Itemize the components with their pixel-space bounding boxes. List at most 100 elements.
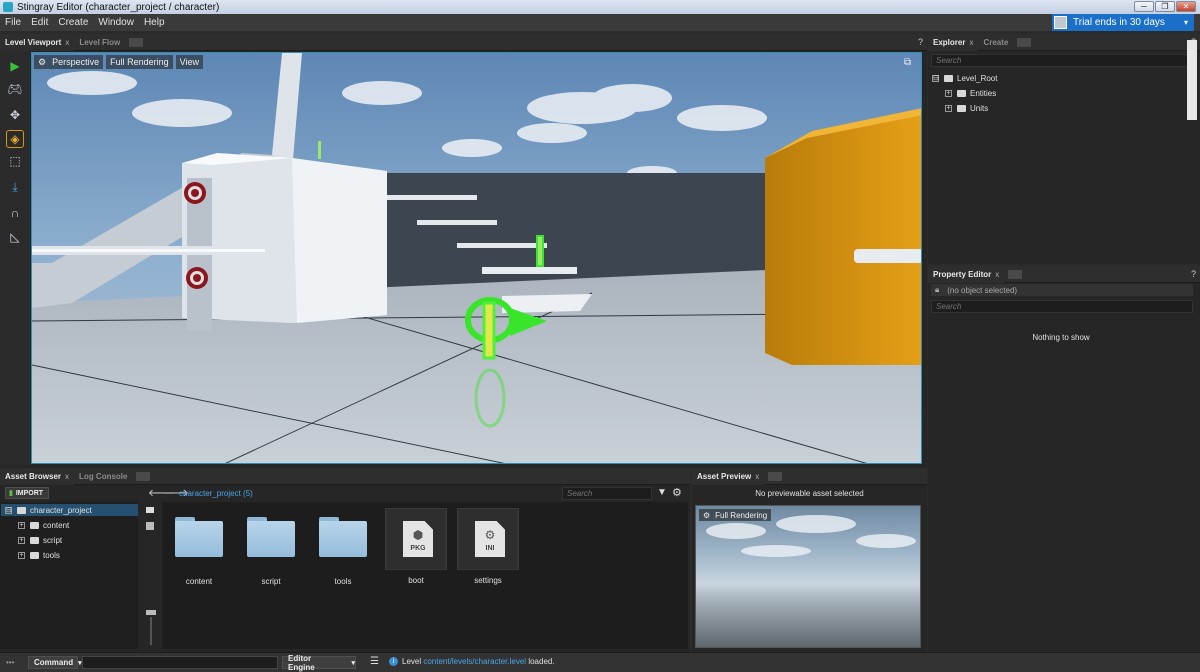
asset-item-settings[interactable]: ⚙ INI settings [457, 508, 519, 585]
magnet-grid-icon[interactable]: ∩ [6, 204, 24, 222]
add-tab-button[interactable] [768, 471, 783, 481]
level-path-link[interactable]: content/levels/character.level [423, 657, 526, 666]
gear-icon[interactable]: ⚙ [38, 57, 46, 68]
rendering-mode-button[interactable]: Full Rendering [106, 55, 173, 69]
menu-create[interactable]: Create [53, 17, 93, 28]
viewport-scene[interactable] [31, 52, 922, 464]
explorer-panel: Explorerx Create ? [928, 33, 1200, 264]
ruler-icon[interactable]: ◺ [6, 228, 24, 246]
gear-icon[interactable]: ⚙ [672, 486, 682, 499]
rotate-icon[interactable]: ◈ [6, 130, 24, 148]
minimize-button[interactable]: ─ [1134, 1, 1154, 12]
maximize-viewport-icon[interactable]: ⧉ [904, 57, 916, 69]
tree-item-character-project[interactable]: ⊟ character_project [1, 504, 138, 516]
lock-icon[interactable]: 🔒︎ [935, 285, 939, 295]
add-tab-button[interactable] [136, 471, 151, 481]
tab-log-console[interactable]: Log Console [74, 468, 132, 485]
close-tab-icon[interactable]: x [995, 270, 999, 279]
menu-file[interactable]: File [0, 17, 26, 28]
tree-item-tools[interactable]: + tools [18, 549, 60, 561]
tab-property-editor[interactable]: Property Editor x [928, 265, 1005, 283]
add-tab-button[interactable] [1008, 269, 1023, 279]
menu-help[interactable]: Help [139, 17, 170, 28]
view-menu-button[interactable]: View [175, 55, 203, 69]
gear-icon[interactable]: ⚙ [703, 511, 710, 520]
tab-explorer[interactable]: Explorer x [928, 33, 979, 51]
menu-window[interactable]: Window [93, 17, 139, 28]
ellipsis-icon[interactable]: ••• [6, 658, 14, 667]
expand-icon[interactable]: + [18, 551, 25, 559]
property-search-input[interactable] [931, 300, 1193, 313]
asset-item-tools[interactable]: tools [312, 508, 374, 586]
import-icon: ▮ [9, 490, 13, 497]
folder-icon [319, 517, 367, 557]
ini-file-icon: ⚙ INI [457, 508, 519, 570]
scale-icon[interactable]: ⬚ [6, 152, 24, 170]
maximize-button[interactable]: ❐ [1155, 1, 1175, 12]
asset-item-content[interactable]: content [168, 508, 230, 586]
tree-item-script[interactable]: + script [18, 534, 62, 546]
expand-icon[interactable]: + [18, 536, 25, 544]
move-icon[interactable]: ✥ [6, 106, 24, 124]
add-tab-button[interactable] [1017, 37, 1032, 47]
new-folder-icon[interactable] [146, 507, 154, 513]
viewport-options-bar: ⚙ Perspective Full Rendering View [34, 55, 203, 70]
trial-account-button[interactable]: Trial ends in 30 days ▾ [1052, 14, 1194, 31]
log-list-icon[interactable]: ☰ [370, 656, 379, 667]
folder-icon [944, 74, 953, 82]
asset-item-boot[interactable]: ⬢ PKG boot [385, 508, 447, 585]
preview-rendering-button[interactable]: ⚙ Full Rendering [699, 509, 772, 521]
new-asset-icon[interactable] [146, 522, 154, 530]
title-bar: Stingray Editor (character_project / cha… [0, 0, 1200, 14]
status-log-message: i Level content/levels/character.level l… [389, 657, 555, 666]
asset-side-toolbar [142, 502, 160, 649]
perspective-button[interactable]: ⚙ Perspective [34, 55, 104, 69]
expand-icon[interactable]: + [18, 521, 25, 529]
empty-message: Nothing to show [1032, 333, 1090, 342]
explorer-scrollbar[interactable] [1187, 40, 1197, 120]
property-tab-bar: Property Editor x [928, 265, 1200, 283]
command-input[interactable] [82, 656, 278, 669]
close-tab-icon[interactable]: x [755, 472, 759, 481]
preview-viewport[interactable] [695, 505, 921, 648]
play-icon[interactable]: ▶ [6, 57, 24, 75]
filter-icon[interactable]: ▼ [657, 487, 667, 498]
tab-level-flow[interactable]: Level Flow [74, 34, 125, 51]
close-window-button[interactable]: ✕ [1176, 1, 1196, 12]
scene-render [32, 53, 921, 463]
snap-down-icon[interactable]: ⤓ [6, 178, 24, 196]
collapse-icon[interactable]: ⊟ [932, 74, 939, 82]
expand-icon[interactable]: + [945, 89, 952, 97]
viewport-toolbar: ▶ 🎮︎ ✥ ◈ ⬚ ⤓ ∩ ◺ [0, 51, 30, 465]
thumbnail-size-slider[interactable] [146, 610, 156, 615]
add-tab-button[interactable] [129, 37, 144, 47]
tree-item-units[interactable]: + Units [945, 102, 988, 114]
help-icon[interactable]: ? [1191, 269, 1196, 279]
expand-icon[interactable]: + [945, 104, 952, 112]
tree-item-level-root[interactable]: ⊟ Level_Root [932, 72, 997, 84]
tab-create[interactable]: Create [978, 34, 1013, 51]
gamepad-icon[interactable]: 🎮︎ [6, 80, 24, 98]
breadcrumb[interactable]: character_project (5) [179, 489, 253, 498]
close-tab-icon[interactable]: x [65, 472, 69, 481]
user-avatar-icon [1054, 16, 1067, 29]
help-icon[interactable]: ? [918, 37, 923, 47]
tab-asset-preview[interactable]: Asset Preview x [692, 467, 765, 485]
close-tab-icon[interactable]: x [969, 38, 973, 47]
explorer-search-input[interactable] [931, 54, 1193, 67]
tab-asset-browser[interactable]: Asset Browser x [0, 467, 75, 485]
asset-search-input[interactable] [562, 487, 652, 500]
tree-item-content[interactable]: + content [18, 519, 69, 531]
asset-item-script[interactable]: script [240, 508, 302, 586]
import-button[interactable]: ▮ IMPORT [5, 487, 49, 499]
chevron-down-icon: ▾ [351, 659, 355, 667]
collapse-icon[interactable]: ⊟ [5, 506, 12, 514]
tab-level-viewport[interactable]: Level Viewport x [0, 33, 75, 51]
menu-edit[interactable]: Edit [26, 17, 53, 28]
folder-icon [957, 104, 966, 112]
tree-item-entities[interactable]: + Entities [945, 87, 996, 99]
command-dropdown[interactable]: Command ▾ [28, 656, 82, 669]
selected-object-row: 🔒︎ (no object selected) [931, 284, 1193, 296]
close-tab-icon[interactable]: x [65, 38, 69, 47]
editor-engine-dropdown[interactable]: Editor Engine ▾ [282, 654, 356, 672]
